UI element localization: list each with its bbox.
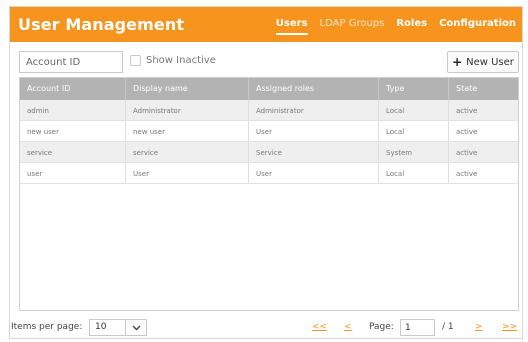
items-per-page-value: 10 [90,320,126,335]
tab-ldap-groups[interactable]: LDAP Groups [320,18,385,35]
column-header-account-id[interactable]: Account ID [20,78,126,100]
chevron-down-icon [126,320,146,335]
cell-assigned-roles: Service [249,142,379,162]
cell-account-id: admin [20,100,126,120]
cell-type: Local [379,163,449,183]
new-user-button[interactable]: + New User [447,51,519,73]
tab-roles[interactable]: Roles [396,18,427,35]
show-inactive-label: Show Inactive [146,55,216,66]
cell-account-id: user [20,163,126,183]
app-header: User Management Users LDAP Groups Roles … [10,7,522,42]
next-page-link[interactable]: > [475,322,483,332]
table-row[interactable]: service service Service System active [20,142,518,163]
cell-account-id: new user [20,121,126,141]
cell-type: Local [379,100,449,120]
cell-display-name: new user [126,121,249,141]
items-per-page-select[interactable]: 10 [89,319,147,336]
pagination-bar: Items per page: 10 << < Page: / 1 > >> [10,317,524,337]
table-row[interactable]: user User User Local active [20,163,518,184]
table-header: Account ID Display name Assigned roles T… [20,78,518,100]
table-row[interactable]: admin Administrator Administrator Local … [20,100,518,121]
cell-assigned-roles: Administrator [249,100,379,120]
users-table: Account ID Display name Assigned roles T… [19,77,519,311]
cell-type: System [379,142,449,162]
plus-icon: + [452,55,463,69]
cell-account-id: service [20,142,126,162]
cell-display-name: service [126,142,249,162]
page-number-input[interactable] [400,319,435,336]
cell-type: Local [379,121,449,141]
page-label: Page: [369,322,394,332]
page-title: User Management [18,15,185,34]
cell-state: active [456,170,478,178]
cell-state: active [456,128,478,136]
tab-users[interactable]: Users [275,18,308,35]
column-header-display-name[interactable]: Display name [126,78,249,100]
previous-page-link[interactable]: < [344,322,352,332]
cell-display-name: User [126,163,249,183]
account-id-search-input[interactable] [19,51,123,73]
first-page-link[interactable]: << [312,322,327,332]
column-header-type[interactable]: Type [379,78,449,100]
table-row[interactable]: new user new user User Local active [20,121,518,142]
cell-state: active [456,107,478,115]
show-inactive-checkbox[interactable] [130,55,141,66]
new-user-label: New User [466,56,514,68]
column-header-assigned-roles[interactable]: Assigned roles [249,78,379,100]
top-nav: Users LDAP Groups Roles Configuration [264,18,516,35]
cell-display-name: Administrator [126,100,249,120]
show-inactive-toggle[interactable]: Show Inactive [130,55,216,66]
table-body: admin Administrator Administrator Local … [20,100,518,184]
app-frame: User Management Users LDAP Groups Roles … [9,6,523,339]
cell-assigned-roles: User [249,121,379,141]
page-total: / 1 [442,322,454,332]
items-per-page-label: Items per page: [11,322,83,332]
tab-configuration[interactable]: Configuration [439,18,516,35]
cell-assigned-roles: User [249,163,379,183]
cell-state: active [456,149,478,157]
column-header-state[interactable]: State [449,78,518,100]
last-page-link[interactable]: >> [502,322,517,332]
